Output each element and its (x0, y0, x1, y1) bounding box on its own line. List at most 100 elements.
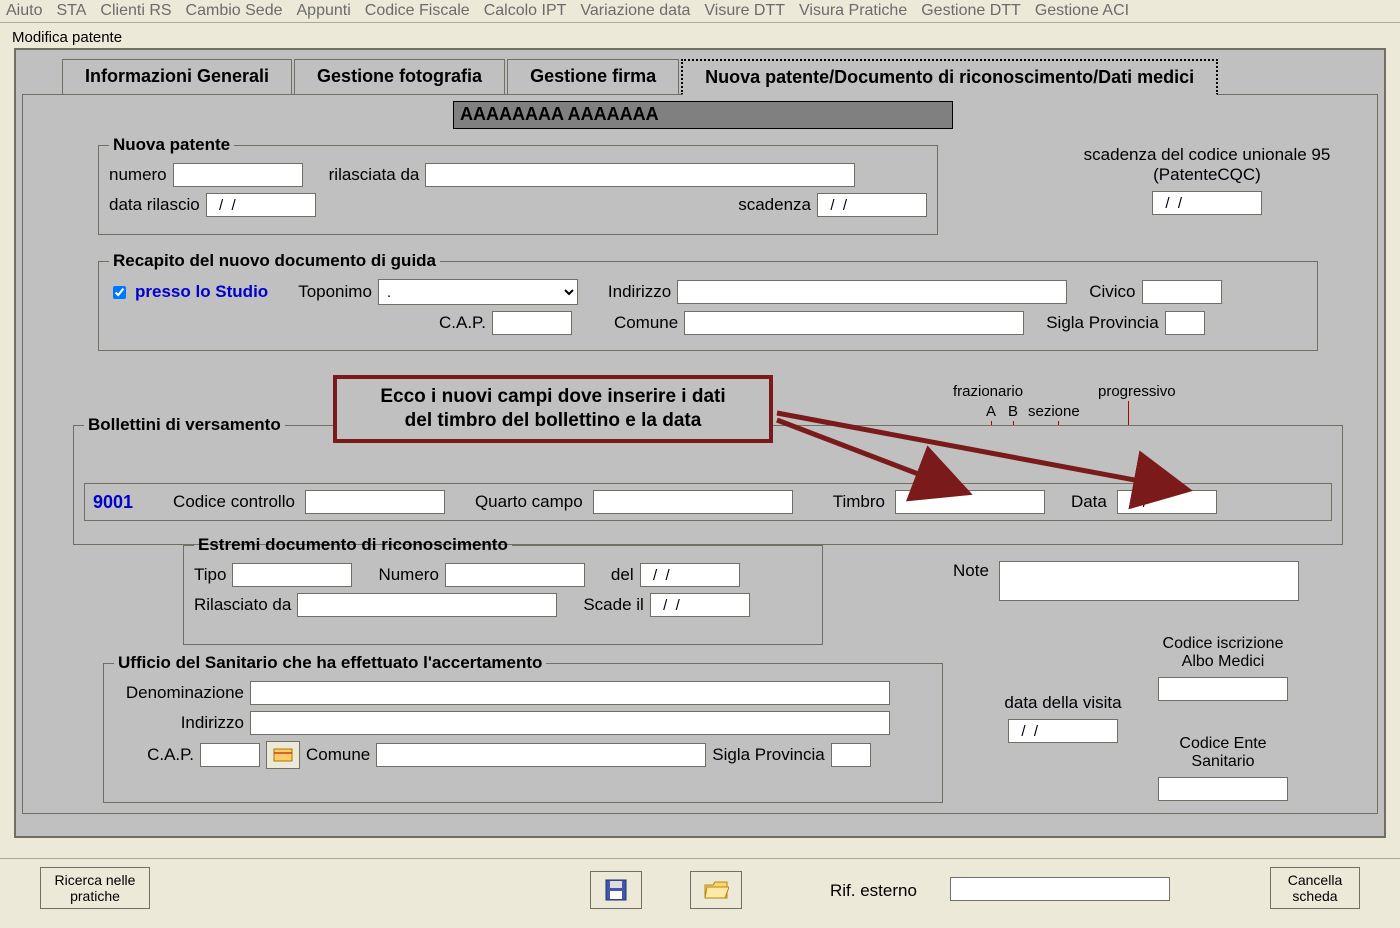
callout-line2: del timbro del bollettino e la data (347, 409, 759, 433)
menu-variazione-data[interactable]: Variazione data (580, 2, 690, 20)
input-scadenza[interactable] (817, 193, 927, 217)
label-scade-il: Scade il (583, 595, 643, 615)
name-banner: AAAAAAAA AAAAAAA (453, 101, 953, 129)
bottom-bar: Ricerca nellepratiche Rif. esterno Cance… (0, 858, 1400, 928)
input-albo-medici[interactable] (1158, 677, 1288, 701)
label-rilasciata-da: rilasciata da (329, 165, 420, 185)
menubar: Aiuto STA Clienti RS Cambio Sede Appunti… (0, 0, 1400, 23)
input-uff-comune[interactable] (376, 743, 706, 767)
tab-body: AAAAAAAA AAAAAAA Nuova patente numero ri… (22, 94, 1378, 814)
menu-appunti[interactable]: Appunti (297, 2, 351, 20)
input-denominazione[interactable] (250, 681, 890, 705)
label-ente-1: Codice Ente (1138, 735, 1308, 753)
input-cap[interactable] (492, 311, 572, 335)
menu-visura-pratiche[interactable]: Visura Pratiche (799, 2, 907, 20)
label-ente-2: Sanitario (1138, 753, 1308, 771)
label-rif-esterno: Rif. esterno (830, 881, 917, 901)
group-nuova-patente: Nuova patente numero rilasciata da data … (98, 135, 938, 235)
tab-info-generali[interactable]: Informazioni Generali (62, 59, 292, 95)
input-quarto-campo[interactable] (593, 490, 793, 514)
select-toponimo[interactable]: . (378, 279, 578, 305)
label-codice-controllo: Codice controllo (173, 492, 295, 512)
ricerca-pratiche-button[interactable]: Ricerca nellepratiche (40, 867, 150, 909)
floppy-icon (604, 878, 628, 902)
save-button[interactable] (590, 871, 642, 909)
input-del[interactable] (640, 563, 740, 587)
menu-clienti-rs[interactable]: Clienti RS (100, 2, 171, 20)
input-comune[interactable] (684, 311, 1024, 335)
input-indirizzo[interactable] (677, 280, 1067, 304)
input-scade-il[interactable] (650, 593, 750, 617)
boll-code: 9001 (93, 492, 133, 513)
tab-bar: Informazioni Generali Gestione fotografi… (62, 58, 1376, 94)
input-codice-controllo[interactable] (305, 490, 445, 514)
menu-aiuto[interactable]: Aiuto (6, 2, 42, 20)
legend-nuova-patente: Nuova patente (109, 135, 234, 155)
input-uff-cap[interactable] (200, 743, 260, 767)
input-cqc-scadenza[interactable] (1152, 191, 1262, 215)
input-numero-doc[interactable] (445, 563, 585, 587)
group-note: Note (953, 561, 1299, 601)
label-uff-indirizzo: Indirizzo (114, 713, 244, 733)
group-albo-medici: Codice iscrizione Albo Medici (1138, 635, 1308, 701)
label-toponimo: Toponimo (298, 282, 372, 302)
menu-codice-fiscale[interactable]: Codice Fiscale (365, 2, 470, 20)
lookup-cap-button[interactable] (266, 741, 300, 769)
label-del: del (611, 565, 634, 585)
label-rilasciato-da: Rilasciato da (194, 595, 291, 615)
input-timbro[interactable] (895, 490, 1045, 514)
group-recapito: Recapito del nuovo documento di guida pr… (98, 251, 1318, 351)
tab-gestione-firma[interactable]: Gestione firma (507, 59, 679, 95)
input-rilasciato-da[interactable] (297, 593, 557, 617)
legend-ufficio: Ufficio del Sanitario che ha effettuato … (114, 653, 546, 673)
input-data-visita[interactable] (1008, 719, 1118, 743)
legend-bollettini: Bollettini di versamento (84, 415, 285, 435)
label-cap: C.A.P. (439, 313, 486, 333)
input-ente-sanitario[interactable] (1158, 777, 1288, 801)
menu-gestione-dtt[interactable]: Gestione DTT (921, 2, 1021, 20)
input-data-rilascio[interactable] (206, 193, 316, 217)
tab-nuova-patente[interactable]: Nuova patente/Documento di riconosciment… (681, 59, 1218, 95)
input-tipo[interactable] (232, 563, 352, 587)
card-icon (273, 748, 293, 762)
label-numero-doc: Numero (378, 565, 438, 585)
textarea-note[interactable] (999, 561, 1299, 601)
cancella-scheda-button[interactable]: Cancellascheda (1270, 867, 1360, 909)
label-cqc-2: (PatenteCQC) (1057, 165, 1357, 185)
input-civico[interactable] (1142, 280, 1222, 304)
tab-gestione-fotografia[interactable]: Gestione fotografia (294, 59, 505, 95)
input-numero[interactable] (173, 163, 303, 187)
menu-cambio-sede[interactable]: Cambio Sede (186, 2, 283, 20)
menu-calcolo-ipt[interactable]: Calcolo IPT (484, 2, 567, 20)
menu-sta[interactable]: STA (56, 2, 86, 20)
menu-visure-dtt[interactable]: Visure DTT (704, 2, 785, 20)
label-timbro: Timbro (833, 492, 885, 512)
group-data-visita: data della visita (983, 693, 1143, 743)
label-albo-1: Codice iscrizione (1138, 635, 1308, 653)
label-data-visita: data della visita (983, 693, 1143, 713)
bollettini-row: 9001 Codice controllo Quarto campo Timbr… (84, 483, 1332, 521)
annot-frazionario: frazionario (953, 383, 1023, 400)
input-rilasciata-da[interactable] (425, 163, 855, 187)
annot-progressivo: progressivo (1098, 383, 1176, 400)
label-quarto-campo: Quarto campo (475, 492, 583, 512)
checkbox-presso-studio[interactable] (113, 286, 126, 299)
group-ente-sanitario: Codice Ente Sanitario (1138, 735, 1308, 801)
legend-estremi: Estremi documento di riconoscimento (194, 535, 512, 555)
menu-gestione-aci[interactable]: Gestione ACI (1035, 2, 1129, 20)
input-uff-sigla[interactable] (831, 743, 871, 767)
open-button[interactable] (690, 871, 742, 909)
label-cqc-1: scadenza del codice unionale 95 (1057, 145, 1357, 165)
label-presso-studio: presso lo Studio (135, 282, 268, 302)
input-rif-esterno[interactable] (950, 877, 1170, 901)
label-civico: Civico (1089, 282, 1135, 302)
folder-open-icon (703, 879, 729, 901)
input-uff-indirizzo[interactable] (250, 711, 890, 735)
input-sigla-provincia[interactable] (1165, 311, 1205, 335)
label-note: Note (953, 561, 989, 581)
label-tipo: Tipo (194, 565, 226, 585)
group-cqc: scadenza del codice unionale 95 (Patente… (1057, 145, 1357, 215)
label-albo-2: Albo Medici (1138, 653, 1308, 671)
input-data[interactable] (1117, 490, 1217, 514)
label-comune: Comune (614, 313, 678, 333)
